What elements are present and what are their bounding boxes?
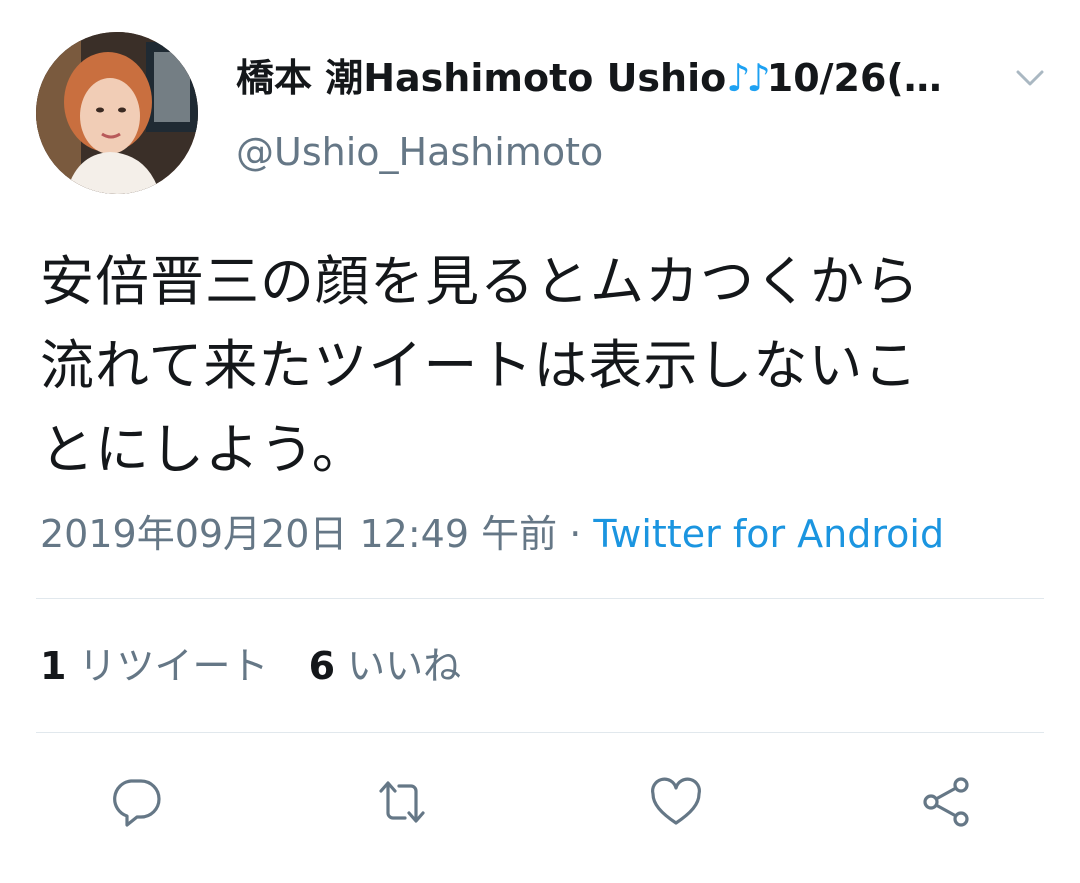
display-name-text: 橋本 潮Hashimoto Ushio [236, 56, 727, 100]
tweet-detail: 橋本 潮Hashimoto Ushio♪♪10/26(… @Ushio_Hash… [0, 0, 1080, 883]
avatar-photo [36, 32, 198, 194]
retweet-count: 1 [40, 644, 67, 688]
tweet-timestamp[interactable]: 2019年09月20日 12:49 午前 [40, 512, 557, 556]
chevron-down-icon[interactable] [1012, 60, 1048, 96]
share-icon [923, 777, 969, 827]
tweet-meta: 2019年09月20日 12:49 午前 · Twitter for Andro… [40, 508, 944, 560]
user-handle[interactable]: @Ushio_Hashimoto [236, 126, 603, 178]
retweet-button[interactable] [370, 770, 434, 834]
divider [36, 598, 1044, 599]
reply-icon [113, 779, 161, 827]
display-name-suffix: 10/26(… [766, 56, 942, 100]
like-button[interactable] [644, 770, 708, 834]
like-count: 6 [308, 644, 336, 688]
avatar[interactable] [36, 32, 198, 194]
display-name[interactable]: 橋本 潮Hashimoto Ushio♪♪10/26(… [236, 52, 976, 104]
retweet-stat[interactable]: 1 リツイート [40, 644, 269, 688]
like-stat[interactable]: 6 いいね [309, 644, 462, 688]
music-notes-icon: ♪♪ [726, 56, 770, 100]
like-label: いいね [347, 644, 462, 688]
tweet-source-link[interactable]: Twitter for Android [593, 512, 944, 556]
heart-icon [651, 777, 701, 825]
meta-separator: · [569, 512, 582, 556]
tweet-text: 安倍晋三の顔を見るとムカつくから 流れて来たツイートは表示しないこ とにしよう。 [40, 250, 920, 481]
divider [36, 732, 1044, 733]
retweet-icon [379, 781, 425, 823]
reply-button[interactable] [104, 770, 168, 834]
share-button[interactable] [914, 770, 978, 834]
retweet-label: リツイート [78, 644, 269, 688]
tweet-stats: 1 リツイート 6 いいね [40, 640, 461, 692]
